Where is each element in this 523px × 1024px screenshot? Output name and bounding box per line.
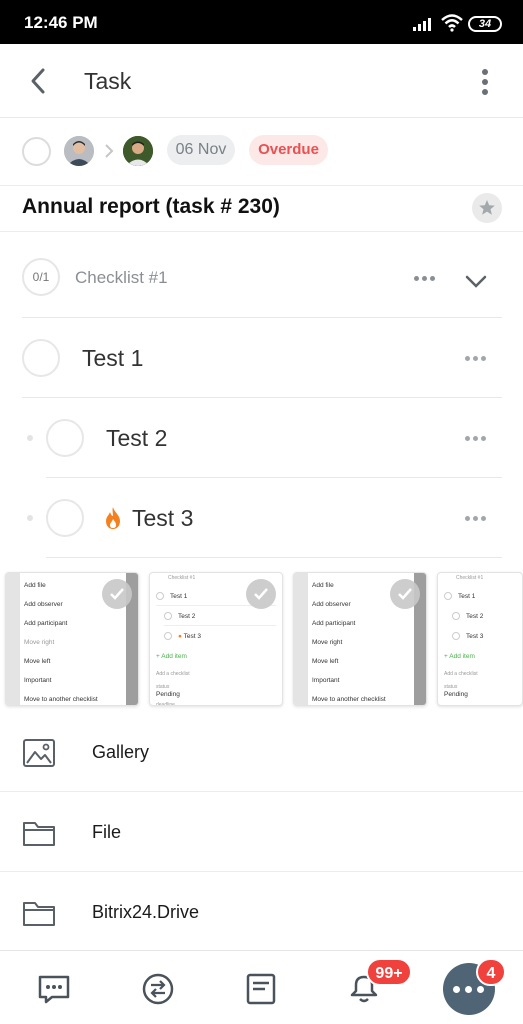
attach-gallery-option[interactable]: Gallery bbox=[0, 712, 523, 792]
status-bar: 12:46 PM 34 bbox=[0, 0, 523, 44]
item-label: Test 1 bbox=[82, 345, 144, 371]
checklist-more-icon[interactable] bbox=[414, 276, 438, 284]
image-thumbnail[interactable]: Checklist #1 Test 1 Test 2 Test 3 + Add … bbox=[437, 572, 523, 706]
overdue-status-badge: Overdue bbox=[249, 135, 328, 165]
thumb-menu-item: Important bbox=[312, 677, 340, 684]
gallery-thumbnail-strip: Add file Add observer Add participant Mo… bbox=[0, 570, 523, 708]
thumb-list-item: Test 2 bbox=[178, 613, 196, 620]
divider bbox=[46, 557, 502, 558]
bottom-navigation: 99+ 4 bbox=[0, 950, 523, 1024]
thumb-menu-item: Add observer bbox=[24, 601, 63, 608]
select-thumbnail-check[interactable] bbox=[102, 579, 132, 609]
checklist-item[interactable]: Test 2 bbox=[0, 398, 523, 478]
thumb-menu-item: Move left bbox=[312, 658, 339, 665]
battery-indicator: 34 bbox=[468, 16, 502, 32]
thumb-menu-item: Add file bbox=[24, 582, 46, 589]
thumb-menu-item: Important bbox=[24, 677, 52, 684]
thumb-list-item: Test 3 bbox=[466, 633, 484, 640]
checklist-item[interactable]: Test 1 bbox=[0, 318, 523, 398]
item-checkbox[interactable] bbox=[46, 499, 84, 537]
tasks-icon[interactable] bbox=[243, 971, 279, 1007]
image-thumbnail[interactable]: Add file Add observer Add participant Mo… bbox=[293, 572, 427, 706]
thumb-list-header: Checklist #1 bbox=[168, 575, 196, 581]
item-checkbox[interactable] bbox=[46, 419, 84, 457]
star-icon bbox=[479, 200, 495, 215]
thumb-add-checklist: Add a checklist bbox=[444, 671, 478, 677]
checklist-name[interactable]: Checklist #1 bbox=[75, 268, 168, 288]
checklist-progress: 0/1 bbox=[22, 258, 60, 296]
thumb-menu-item: Add file bbox=[312, 582, 334, 589]
notifications-badge: 99+ bbox=[366, 958, 412, 986]
attach-file-option[interactable]: File bbox=[0, 792, 523, 872]
chevron-right-icon bbox=[105, 144, 114, 158]
folder-icon bbox=[23, 902, 55, 926]
wifi-icon bbox=[441, 14, 463, 32]
attach-drive-option[interactable]: Bitrix24.Drive bbox=[0, 872, 523, 952]
thumb-status-value: Pending bbox=[444, 691, 468, 698]
select-thumbnail-check[interactable] bbox=[246, 579, 276, 609]
thumb-list-header: Checklist #1 bbox=[456, 575, 484, 581]
more-badge: 4 bbox=[476, 958, 506, 986]
thumb-menu-item: Move to another checklist bbox=[24, 696, 98, 703]
thumb-deadline-label: deadline bbox=[156, 702, 175, 706]
drive-label: Bitrix24.Drive bbox=[92, 902, 200, 922]
indent-marker bbox=[27, 435, 33, 441]
page-title: Task bbox=[84, 68, 132, 94]
checklist-header[interactable]: 0/1 Checklist #1 bbox=[0, 232, 523, 318]
creator-avatar[interactable] bbox=[64, 136, 94, 166]
fire-icon bbox=[106, 507, 120, 529]
thumb-list-item: Test 1 bbox=[170, 593, 188, 600]
gallery-label: Gallery bbox=[92, 742, 150, 762]
responsible-avatar[interactable] bbox=[123, 136, 153, 166]
select-thumbnail-check[interactable] bbox=[390, 579, 420, 609]
thumb-menu-item: Move to another checklist bbox=[312, 696, 386, 703]
activity-stream-icon[interactable] bbox=[140, 971, 176, 1007]
thumb-add-checklist: Add a checklist bbox=[156, 671, 190, 677]
chevron-down-icon[interactable] bbox=[465, 275, 487, 289]
image-thumbnail[interactable]: Add file Add observer Add participant Mo… bbox=[5, 572, 139, 706]
more-vertical-icon[interactable] bbox=[474, 66, 496, 98]
checkmark-icon bbox=[398, 588, 412, 600]
app-header: Task bbox=[0, 44, 523, 118]
item-more-icon[interactable] bbox=[465, 516, 489, 524]
thumb-menu-item: Move right bbox=[312, 639, 343, 646]
thumb-list-item: Test 1 bbox=[458, 593, 476, 600]
status-time: 12:46 PM bbox=[24, 13, 98, 32]
thumb-status-label: status bbox=[156, 684, 170, 690]
thumb-menu-item: Add observer bbox=[312, 601, 351, 608]
indent-marker bbox=[27, 515, 33, 521]
item-more-icon[interactable] bbox=[465, 356, 489, 364]
checklist-item[interactable]: Test 3 bbox=[0, 478, 523, 558]
item-label: Test 3 bbox=[132, 505, 194, 531]
chat-icon[interactable] bbox=[36, 971, 72, 1007]
thumb-list-item: ● Test 3 bbox=[178, 633, 201, 640]
task-title: Annual report (task # 230) bbox=[22, 195, 280, 218]
thumb-menu-item: Add participant bbox=[24, 620, 68, 627]
item-label: Test 2 bbox=[106, 425, 168, 451]
gallery-icon bbox=[23, 739, 55, 767]
star-button[interactable] bbox=[472, 193, 502, 223]
file-label: File bbox=[92, 822, 122, 842]
thumb-status-label: status bbox=[444, 684, 458, 690]
complete-task-checkbox[interactable] bbox=[22, 137, 51, 166]
image-thumbnail[interactable]: Checklist #1 Test 1 Test 2 ● Test 3 + Ad… bbox=[149, 572, 283, 706]
thumb-menu-item: Add participant bbox=[312, 620, 356, 627]
signal-icon bbox=[413, 18, 431, 31]
item-more-icon[interactable] bbox=[465, 436, 489, 444]
thumb-add-item: + Add item bbox=[156, 653, 187, 660]
item-checkbox[interactable] bbox=[22, 339, 60, 377]
thumb-menu-item: Move right bbox=[24, 639, 55, 646]
checkmark-icon bbox=[254, 588, 268, 600]
thumb-add-item: + Add item bbox=[444, 653, 475, 660]
thumb-list-item: Test 2 bbox=[466, 613, 484, 620]
task-meta-row: 06 Nov Overdue bbox=[0, 118, 523, 186]
back-arrow-icon[interactable] bbox=[26, 66, 50, 96]
thumb-menu-item: Move left bbox=[24, 658, 51, 665]
thumb-status-value: Pending bbox=[156, 691, 180, 698]
checkmark-icon bbox=[110, 588, 124, 600]
folder-icon bbox=[23, 822, 55, 846]
deadline-badge[interactable]: 06 Nov bbox=[167, 135, 235, 165]
